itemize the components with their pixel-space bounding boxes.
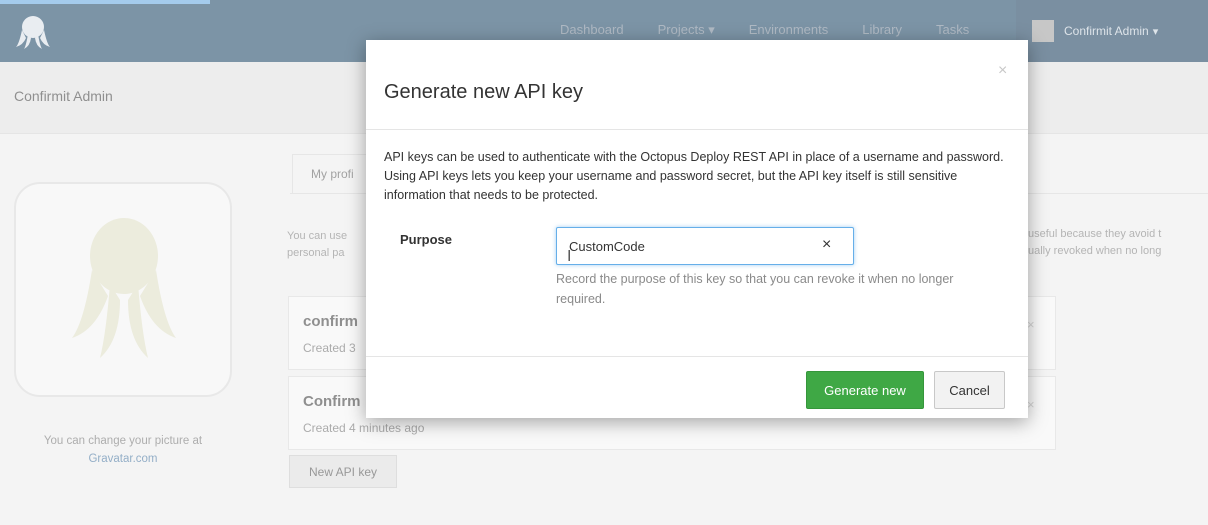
dialog-footer-divider bbox=[366, 356, 1028, 357]
purpose-help-text: Record the purpose of this key so that y… bbox=[556, 272, 954, 306]
purpose-input[interactable] bbox=[556, 227, 854, 265]
text-cursor-icon: I bbox=[567, 248, 572, 265]
cancel-button[interactable]: Cancel bbox=[934, 371, 1005, 409]
dialog-title: Generate new API key bbox=[384, 81, 584, 103]
close-icon[interactable]: × bbox=[998, 62, 1007, 80]
dialog-header: Generate new API key × bbox=[366, 40, 1028, 130]
purpose-label: Purpose bbox=[400, 232, 453, 247]
generate-api-key-dialog: Generate new API key × API keys can be u… bbox=[366, 40, 1028, 418]
dialog-description: API keys can be used to authenticate wit… bbox=[384, 150, 1004, 202]
generate-new-button[interactable]: Generate new bbox=[806, 371, 924, 409]
clear-input-icon[interactable]: × bbox=[822, 236, 831, 254]
